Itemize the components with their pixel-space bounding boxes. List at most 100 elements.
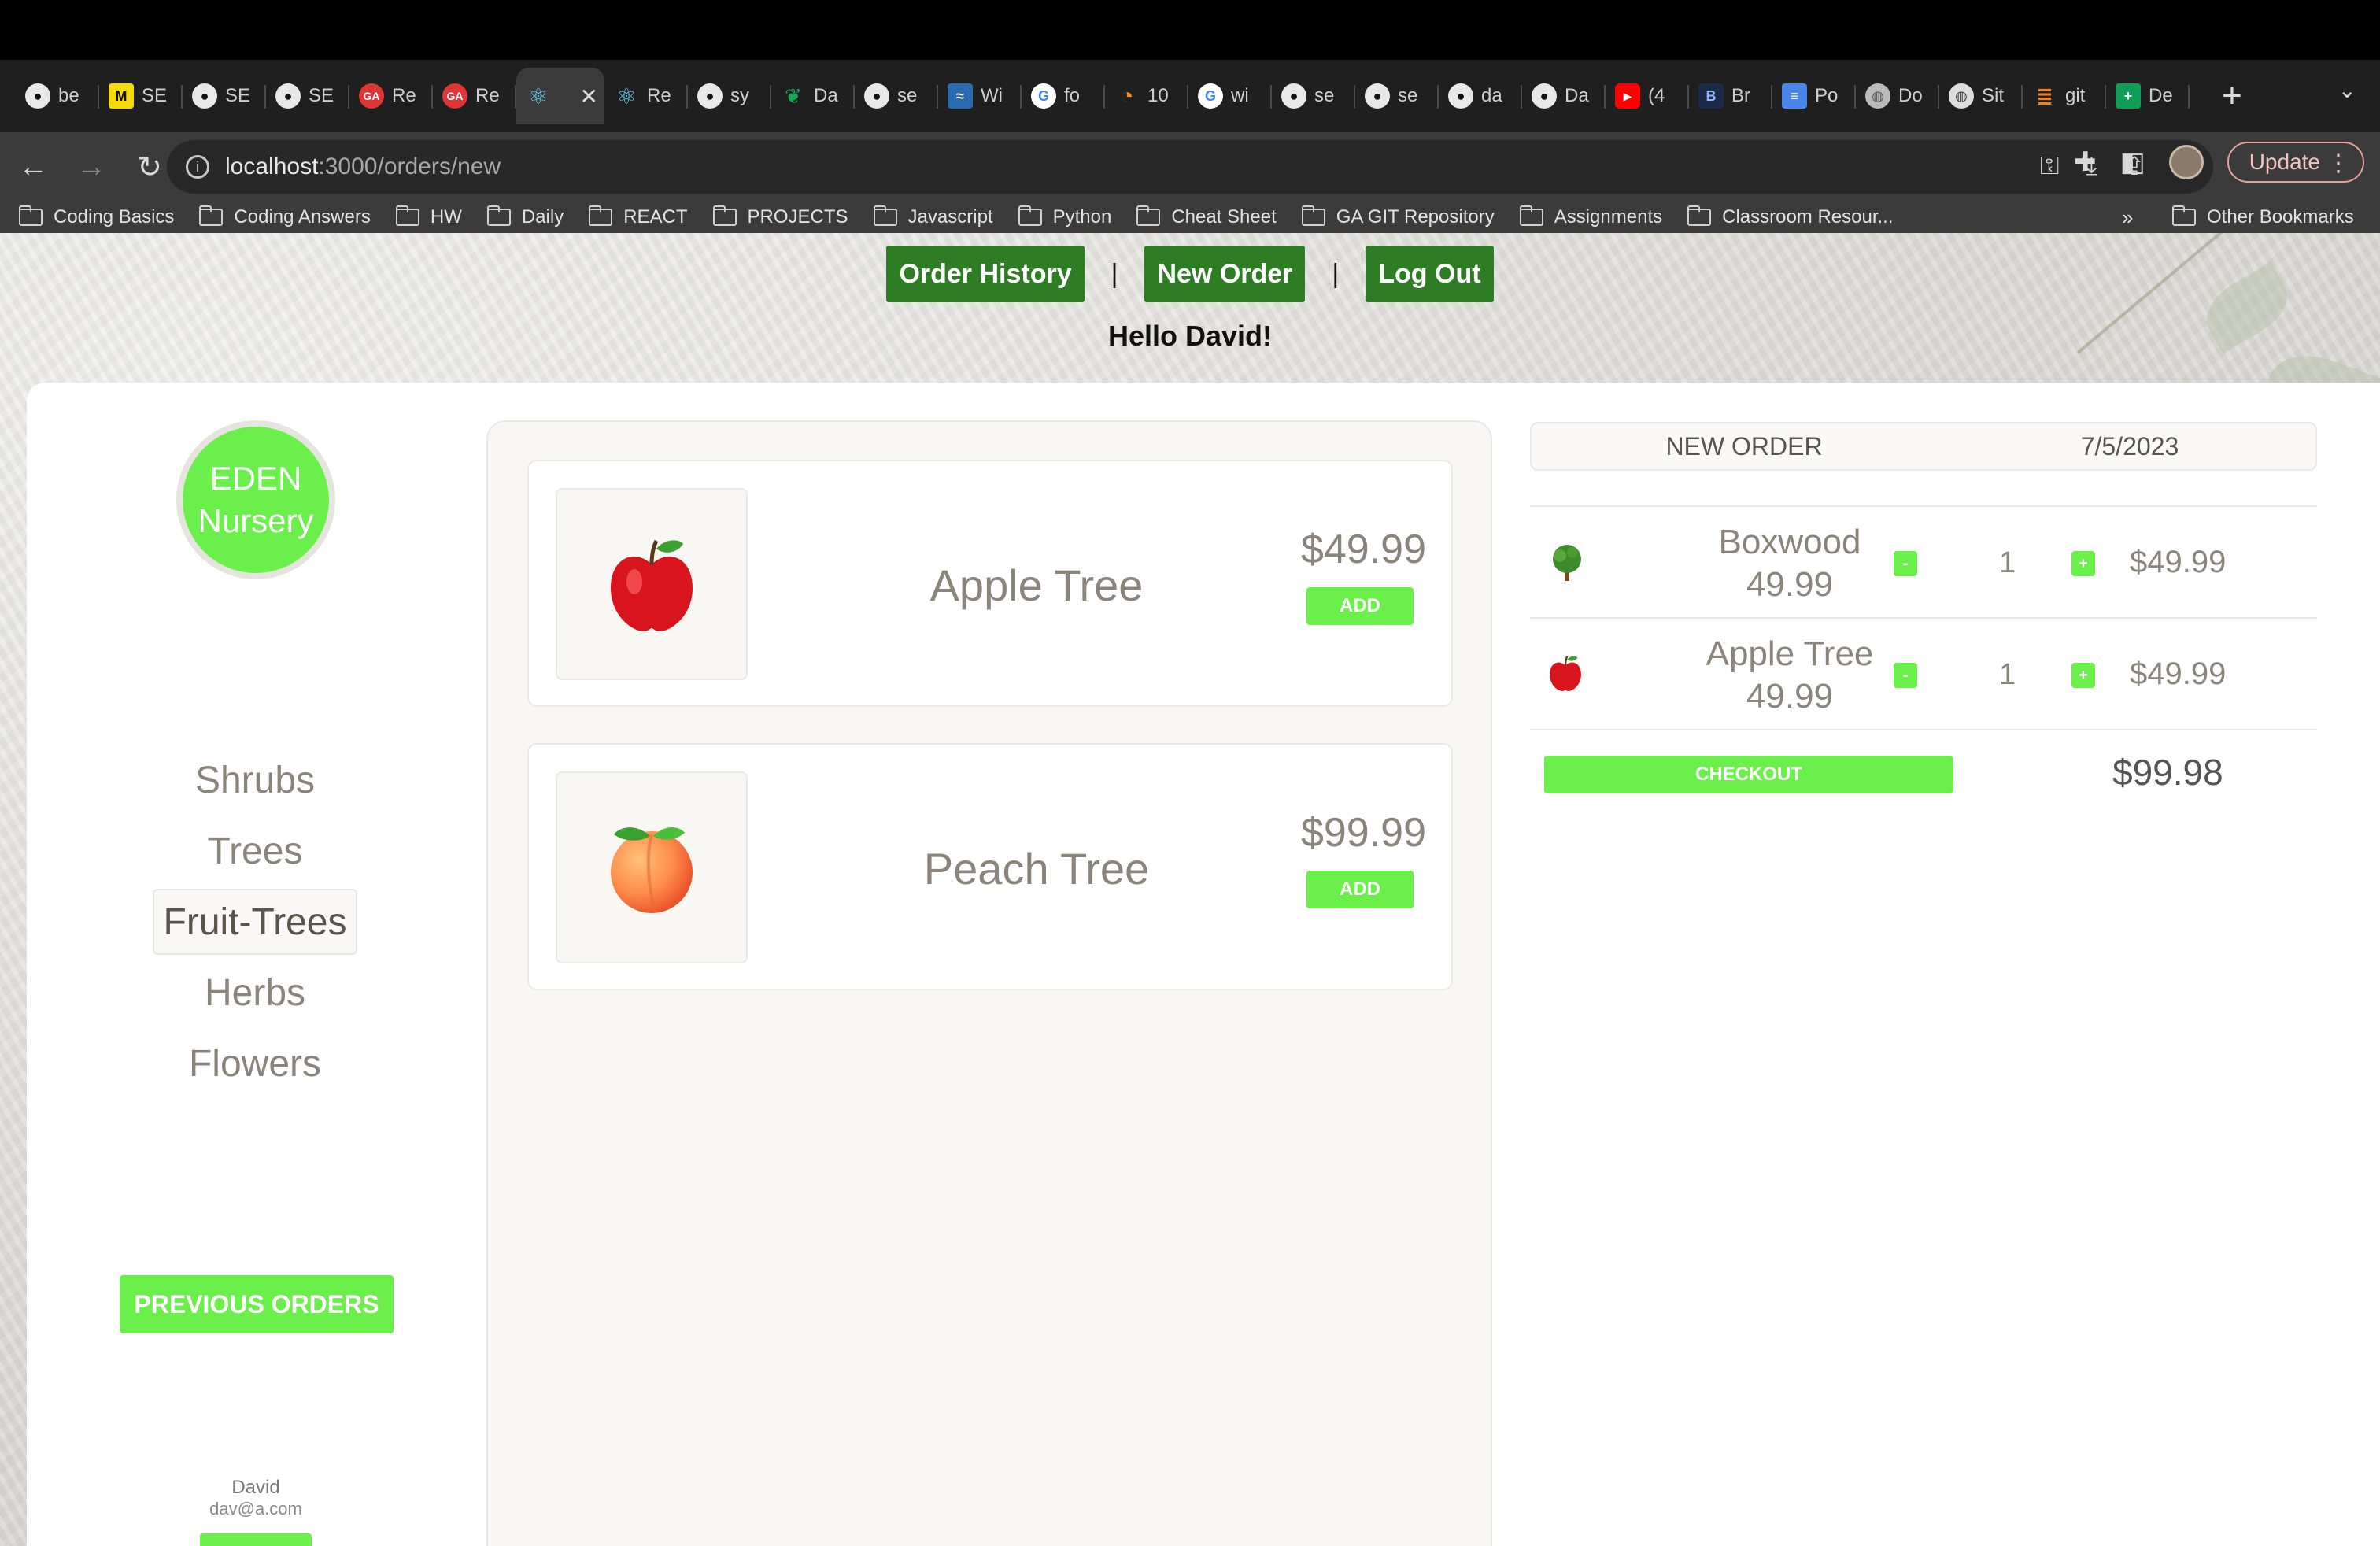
browser-tab[interactable]: GA Re — [433, 68, 516, 124]
item-name: Apple Tree — [929, 560, 1144, 610]
browser-tab[interactable]: ● SE — [266, 68, 349, 124]
previous-orders-button[interactable]: PREVIOUS ORDERS — [120, 1275, 394, 1333]
folder-icon — [1136, 205, 1161, 226]
folder-icon — [1519, 205, 1543, 226]
browser-tab[interactable]: ▶ (4 — [1606, 68, 1689, 124]
ga-icon: GA — [359, 83, 384, 109]
browser-tab-active[interactable]: ⚛ ✕ — [516, 68, 604, 124]
log-out-link[interactable]: Log Out — [1366, 246, 1494, 302]
forward-arrow-icon[interactable]: → — [66, 142, 116, 192]
line-item-price: $49.99 — [2130, 545, 2227, 579]
extensions-puzzle-icon[interactable]: ✚ — [2074, 146, 2097, 178]
order-history-link[interactable]: Order History — [886, 246, 1085, 302]
main-card: EDEN Nursery Shrubs Trees Fruit-Trees He… — [27, 383, 2380, 1546]
nav-separator: | — [1332, 258, 1340, 289]
github-icon: ● — [1532, 83, 1557, 109]
address-bar[interactable]: i localhost:3000/orders/new ⚿ ⤓ ⇪ ☆ — [167, 140, 2213, 194]
menu-item: Peach Tree $99.99 ADD — [527, 743, 1453, 990]
folder-icon — [712, 205, 737, 226]
bookmark-folder[interactable]: HW — [395, 205, 462, 228]
line-item-price: $49.99 — [2130, 656, 2227, 691]
category-flowers[interactable]: Flowers — [179, 1028, 331, 1099]
browser-tab[interactable]: ● se — [1355, 68, 1439, 124]
browser-tab[interactable]: B Br — [1689, 68, 1772, 124]
folder-icon — [1301, 205, 1325, 226]
increase-quantity-button[interactable]: + — [2071, 663, 2095, 688]
update-button[interactable]: Update ⋮ — [2227, 142, 2364, 183]
bookmark-folder[interactable]: Javascript — [873, 205, 993, 228]
browser-toolbar: ← → ↻ i localhost:3000/orders/new ⚿ ⤓ ⇪ … — [0, 132, 2380, 202]
bookmark-folder[interactable]: Assignments — [1519, 205, 1662, 228]
folder-icon — [873, 205, 897, 226]
browser-tab[interactable]: ❦ Da — [771, 68, 855, 124]
os-menu-bar — [0, 0, 2380, 60]
user-name: David — [231, 1477, 280, 1498]
browser-tab[interactable]: ● se — [855, 68, 938, 124]
browser-tab[interactable]: M SE — [99, 68, 183, 124]
bookmark-folder[interactable]: PROJECTS — [712, 205, 848, 228]
browser-tab[interactable]: ● Da — [1522, 68, 1606, 124]
increase-quantity-button[interactable]: + — [2071, 551, 2095, 576]
decrease-quantity-button[interactable]: - — [1894, 551, 1917, 576]
browser-tab[interactable]: ◔ 10 — [1105, 68, 1188, 124]
miro-icon: M — [109, 83, 134, 109]
react-icon: ⚛ — [528, 83, 549, 109]
category-fruit-trees[interactable]: Fruit-Trees — [152, 889, 358, 955]
bookmark-folder[interactable]: GA GIT Repository — [1301, 205, 1495, 228]
globe-icon: ◍ — [1949, 83, 1974, 109]
order-divider — [1530, 729, 2317, 730]
bookmark-folder[interactable]: Daily — [486, 205, 564, 228]
new-order-link[interactable]: New Order — [1144, 246, 1306, 302]
browser-tab[interactable]: ◍ Sit — [1939, 68, 2023, 124]
checkout-button[interactable]: CHECKOUT — [1544, 756, 1953, 793]
github-icon: ● — [1448, 83, 1473, 109]
side-panel-icon[interactable]: ◧ — [2120, 146, 2145, 178]
add-apple-tree-button[interactable]: ADD — [1306, 587, 1414, 625]
add-peach-tree-button[interactable]: ADD — [1306, 871, 1414, 908]
stackoverflow-icon: ≣ — [2036, 83, 2053, 108]
bookmark-folder[interactable]: Cheat Sheet — [1136, 205, 1277, 228]
browser-tab[interactable]: + De — [2106, 68, 2190, 124]
browser-tab[interactable]: Gwi — [1188, 68, 1272, 124]
site-info-icon[interactable]: i — [186, 155, 209, 179]
browser-tab[interactable]: ● sy — [688, 68, 771, 124]
browser-tab[interactable]: ≡ Po — [1772, 68, 1856, 124]
key-icon[interactable]: ⚿ — [2040, 151, 2059, 181]
browser-tab[interactable]: GA Re — [349, 68, 433, 124]
eden-nursery-logo: EDEN Nursery — [176, 420, 335, 579]
decrease-quantity-button[interactable]: - — [1894, 663, 1917, 688]
wave-icon: ≈ — [948, 83, 973, 109]
new-tab-button[interactable]: + — [2208, 72, 2256, 120]
bookmark-folder[interactable]: Coding Answers — [199, 205, 371, 228]
bookmark-folder[interactable]: Coding Basics — [19, 205, 174, 228]
close-tab-icon[interactable]: ✕ — [580, 83, 598, 109]
sidebar-logout-button[interactable] — [200, 1533, 312, 1546]
browser-tab[interactable]: ⚛ Re — [604, 68, 688, 124]
order-line-item: Boxwood 49.99 - 1 + $49.99 — [1530, 505, 2317, 617]
folder-icon — [199, 205, 224, 226]
browser-tab[interactable]: Gfo — [1022, 68, 1105, 124]
browser-tab[interactable]: ● se — [1272, 68, 1355, 124]
profile-avatar[interactable] — [2168, 145, 2204, 179]
bookmark-folder[interactable]: Python — [1018, 205, 1111, 228]
github-icon: ● — [1281, 83, 1306, 109]
browser-tab[interactable]: ◍ Do — [1856, 68, 1939, 124]
browser-tab[interactable]: ● SE — [183, 68, 266, 124]
other-bookmarks-folder[interactable]: Other Bookmarks — [2172, 205, 2354, 228]
browser-tab[interactable]: ● be — [16, 68, 99, 124]
browser-tab[interactable]: ● da — [1439, 68, 1522, 124]
kebab-menu-icon: ⋮ — [2326, 150, 2350, 176]
bookmark-folder[interactable]: REACT — [589, 205, 688, 228]
browser-tab[interactable]: ≈ Wi — [938, 68, 1022, 124]
category-herbs[interactable]: Herbs — [195, 957, 315, 1028]
category-shrubs[interactable]: Shrubs — [186, 745, 324, 816]
folder-icon — [395, 205, 419, 226]
back-arrow-icon[interactable]: ← — [8, 142, 58, 192]
browser-tab[interactable]: ≣ git — [2023, 68, 2106, 124]
bookmark-folder[interactable]: Classroom Resour... — [1687, 205, 1894, 228]
bookmarks-overflow-button[interactable]: » — [2122, 205, 2133, 230]
apple-icon — [1547, 653, 1584, 697]
youtube-icon: ▶ — [1615, 83, 1640, 109]
tab-search-chevron-icon[interactable]: ⌄ — [2338, 77, 2356, 103]
category-trees[interactable]: Trees — [198, 816, 312, 886]
